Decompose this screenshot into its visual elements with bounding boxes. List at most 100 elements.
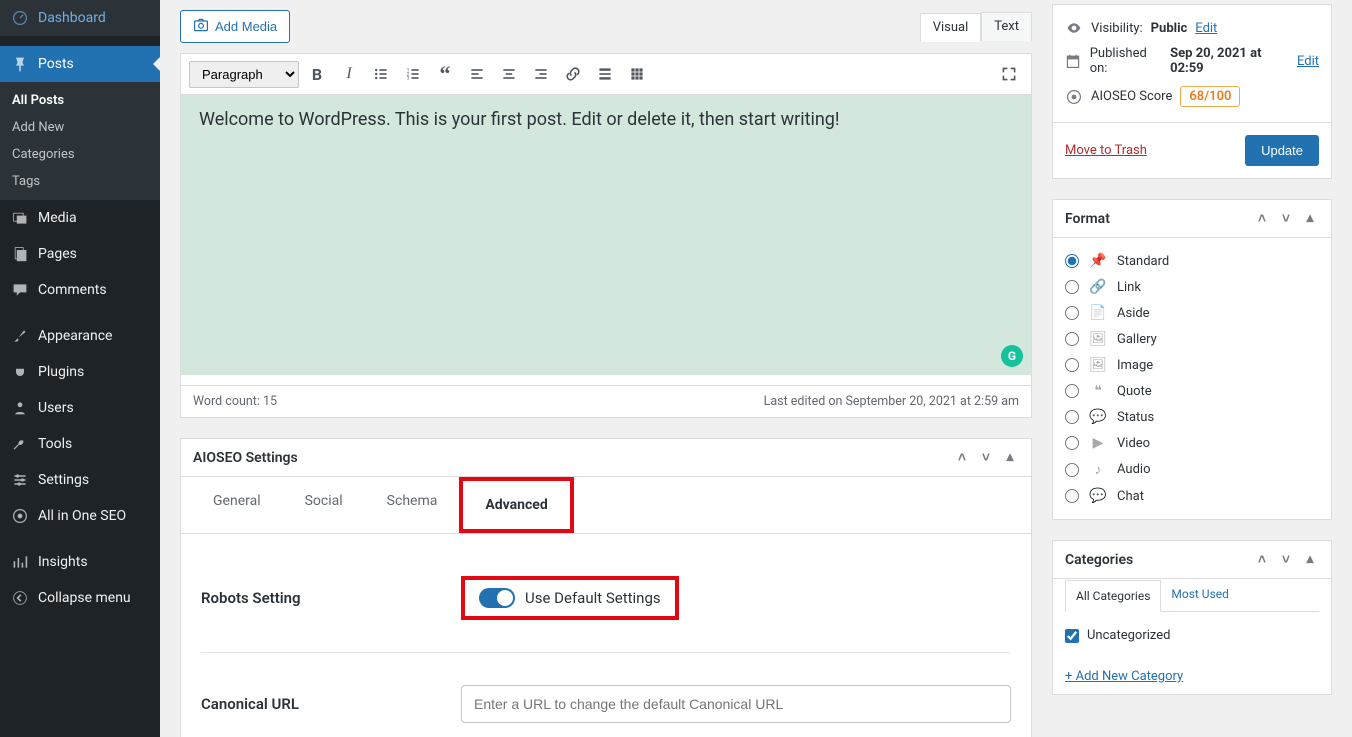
panel-up-icon[interactable]: ˄ [1253,210,1271,227]
format-radio[interactable] [1065,280,1079,294]
panel-down-icon[interactable]: ˅ [1277,210,1295,227]
format-radio[interactable] [1065,463,1079,477]
panel-toggle-icon[interactable]: ▴ [1301,551,1319,568]
menu-posts[interactable]: Posts [0,46,160,82]
format-radio[interactable] [1065,410,1079,424]
calendar-icon [1065,53,1082,69]
format-box-header[interactable]: Format ˄ ˅ ▴ [1053,200,1331,238]
menu-aioseo[interactable]: All in One SEO [0,498,160,534]
submenu-categories[interactable]: Categories [0,141,160,168]
menu-users[interactable]: Users [0,390,160,426]
categories-box-header[interactable]: Categories ˄ ˅ ▴ [1053,541,1331,579]
format-item-aside[interactable]: 📄Aside [1065,300,1319,326]
panel-toggle-icon[interactable]: ▴ [1001,449,1019,466]
format-select[interactable]: Paragraph [189,61,299,88]
media-icon [10,208,30,228]
format-label: Image [1117,358,1153,373]
aioseo-icon [10,506,30,526]
menu-pages[interactable]: Pages [0,236,160,272]
align-right-button[interactable] [527,60,555,88]
menu-collapse[interactable]: Collapse menu [0,580,160,616]
format-item-status[interactable]: 💬Status [1065,404,1319,430]
status-icon: 💬 [1089,409,1107,425]
format-radio[interactable] [1065,436,1079,450]
format-item-quote[interactable]: ❝Quote [1065,378,1319,404]
robots-toggle[interactable] [479,588,515,608]
tab-visual[interactable]: Visual [920,13,982,42]
aioseo-tab-general[interactable]: General [191,477,283,533]
format-item-standard[interactable]: 📌Standard [1065,248,1319,274]
published-edit-link[interactable]: Edit [1297,54,1319,69]
toolbar-toggle-button[interactable] [623,60,651,88]
format-item-image[interactable]: 🖼Image [1065,352,1319,378]
audio-icon: ♪ [1089,461,1107,478]
divider [201,652,1011,653]
format-item-audio[interactable]: ♪Audio [1065,456,1319,483]
menu-plugins[interactable]: Plugins [0,354,160,390]
brush-icon [10,326,30,346]
pushpin-icon [10,54,30,74]
format-radio[interactable] [1065,254,1079,268]
fullscreen-button[interactable] [995,60,1023,88]
panel-up-icon[interactable]: ˄ [1253,551,1271,568]
cat-tab-all[interactable]: All Categories [1065,580,1161,612]
score-label: AIOSEO Score [1091,89,1172,104]
format-list: 📌Standard 🔗Link 📄Aside 🖼Gallery 🖼Image ❝… [1053,238,1331,519]
aioseo-tab-schema[interactable]: Schema [365,477,460,533]
menu-insights[interactable]: Insights [0,544,160,580]
editor-content-area[interactable]: Welcome to WordPress. This is your first… [181,95,1031,375]
grammarly-icon[interactable]: G [1001,345,1023,367]
align-left-button[interactable] [463,60,491,88]
menu-tools[interactable]: Tools [0,426,160,462]
canonical-url-input[interactable] [461,685,1011,723]
submenu-all-posts[interactable]: All Posts [0,87,160,114]
format-radio[interactable] [1065,384,1079,398]
move-to-trash-link[interactable]: Move to Trash [1065,143,1147,158]
format-item-link[interactable]: 🔗Link [1065,274,1319,300]
link-button[interactable] [559,60,587,88]
aioseo-panel-header[interactable]: AIOSEO Settings ˄ ˅ ▴ [181,439,1031,477]
panel-down-icon[interactable]: ˅ [1277,551,1295,568]
sliders-icon [10,470,30,490]
bold-button[interactable]: B [303,60,331,88]
category-item-uncategorized[interactable]: Uncategorized [1065,624,1319,647]
update-button[interactable]: Update [1245,135,1319,166]
panel-up-icon[interactable]: ˄ [953,449,971,466]
number-list-button[interactable]: 123 [399,60,427,88]
readmore-button[interactable] [591,60,619,88]
aioseo-tab-social[interactable]: Social [283,477,365,533]
format-box: Format ˄ ˅ ▴ 📌Standard 🔗Link 📄Aside 🖼Gal… [1052,199,1332,520]
format-radio[interactable] [1065,358,1079,372]
category-label: Uncategorized [1087,628,1170,643]
submenu-tags[interactable]: Tags [0,168,160,195]
align-center-button[interactable] [495,60,523,88]
panel-title: Format [1065,211,1110,227]
format-item-video[interactable]: ▶Video [1065,430,1319,456]
bullet-list-button[interactable] [367,60,395,88]
add-category-link[interactable]: + Add New Category [1053,659,1331,694]
visibility-edit-link[interactable]: Edit [1195,21,1217,36]
menu-appearance[interactable]: Appearance [0,318,160,354]
format-label: Quote [1117,384,1152,399]
quote-button[interactable]: “ [431,60,459,88]
menu-settings[interactable]: Settings [0,462,160,498]
format-radio[interactable] [1065,332,1079,346]
add-media-button[interactable]: Add Media [180,10,290,43]
cat-tab-most-used[interactable]: Most Used [1161,579,1239,611]
format-radio[interactable] [1065,489,1079,503]
tab-text[interactable]: Text [981,12,1032,41]
format-radio[interactable] [1065,306,1079,320]
format-item-gallery[interactable]: 🖼Gallery [1065,326,1319,352]
italic-button[interactable]: I [335,60,363,88]
category-checkbox[interactable] [1065,629,1079,643]
panel-toggle-icon[interactable]: ▴ [1301,210,1319,227]
menu-dashboard[interactable]: Dashboard [0,0,160,36]
submenu-add-new[interactable]: Add New [0,114,160,141]
link-icon: 🔗 [1089,279,1107,295]
publish-box: Visibility: Public Edit Published on: Se… [1052,4,1332,179]
menu-comments[interactable]: Comments [0,272,160,308]
menu-media[interactable]: Media [0,200,160,236]
format-item-chat[interactable]: 💬Chat [1065,483,1319,509]
panel-down-icon[interactable]: ˅ [977,449,995,466]
aioseo-tab-advanced[interactable]: Advanced [459,477,573,533]
